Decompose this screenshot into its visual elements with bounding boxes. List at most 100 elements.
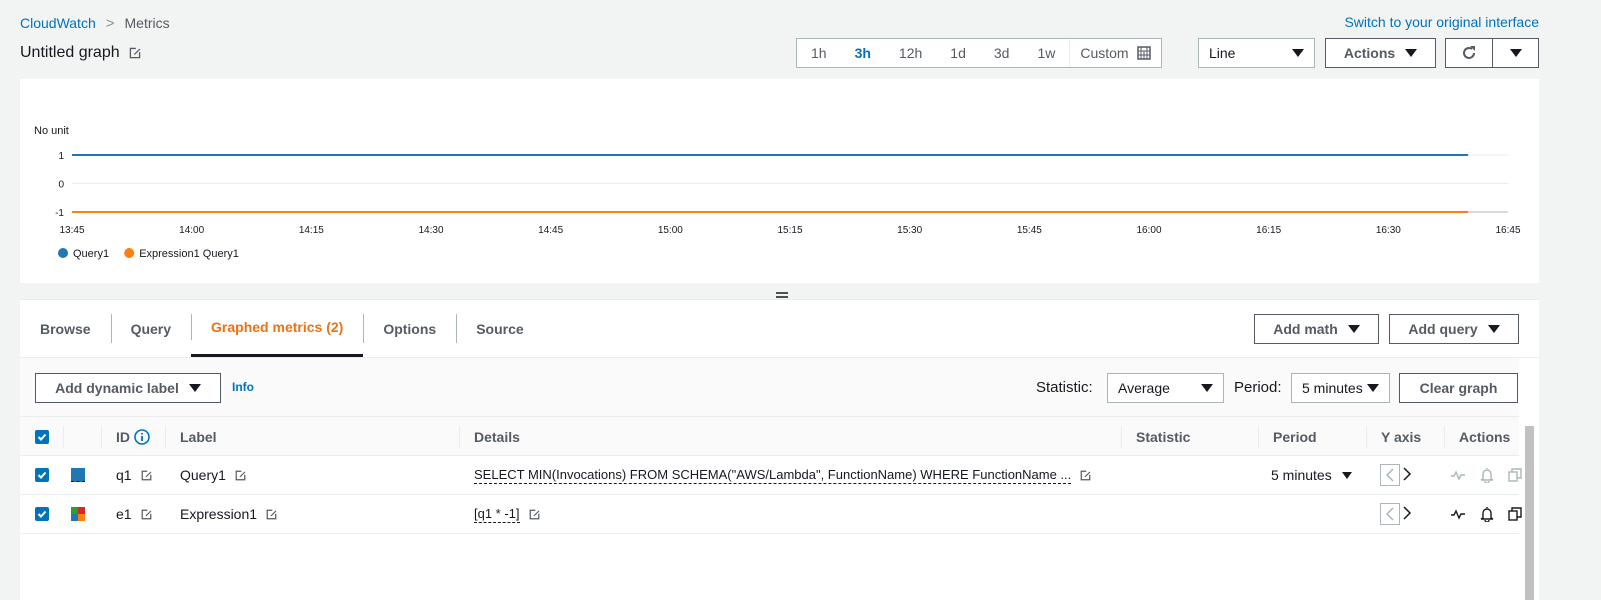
checkbox-checked-icon xyxy=(35,468,49,482)
alarm-bell-icon[interactable] xyxy=(1480,467,1494,483)
add-dynamic-label-button[interactable]: Add dynamic label xyxy=(35,373,221,403)
column-divider xyxy=(1258,426,1259,448)
tab-browse[interactable]: Browse xyxy=(20,300,111,357)
x-tick-label: 14:00 xyxy=(179,225,204,236)
metrics-tabs-panel: Browse Query Graphed metrics (2) Options… xyxy=(20,299,1539,600)
chart-type-select[interactable]: Line xyxy=(1198,38,1315,68)
yaxis-right-button[interactable] xyxy=(1402,505,1412,523)
range-1d-button[interactable]: 1d xyxy=(936,39,980,67)
details-cell: SELECT MIN(Invocations) FROM SCHEMA("AWS… xyxy=(474,456,1092,494)
add-query-button[interactable]: Add query xyxy=(1389,314,1519,344)
x-tick-label: 16:45 xyxy=(1495,225,1520,236)
checkbox-checked-icon xyxy=(35,429,49,444)
tab-list: Browse Query Graphed metrics (2) Options… xyxy=(20,300,544,357)
edit-title-icon[interactable] xyxy=(128,46,142,60)
tab-query[interactable]: Query xyxy=(110,300,191,357)
id-cell: q1 xyxy=(116,456,153,494)
legend-label: Query1 xyxy=(73,248,109,260)
metric-details[interactable]: [q1 * -1] xyxy=(474,506,520,523)
breadcrumb-current: Metrics xyxy=(124,15,170,31)
tab-source[interactable]: Source xyxy=(456,300,543,357)
switch-interface-link[interactable]: Switch to your original interface xyxy=(1344,14,1539,30)
chevron-down-icon xyxy=(1201,384,1213,392)
range-3d-button[interactable]: 3d xyxy=(980,39,1024,67)
table-row: q1 Query1 SELECT MIN(Invocations) FROM S… xyxy=(20,456,1522,495)
column-divider xyxy=(1121,426,1122,448)
range-1h-button[interactable]: 1h xyxy=(797,39,841,67)
statistic-select[interactable]: Average xyxy=(1107,373,1224,403)
chevron-left-icon xyxy=(1385,507,1394,521)
period-label: Period: xyxy=(1234,379,1282,396)
y-tick-label: -1 xyxy=(55,208,64,219)
resize-handle-icon[interactable] xyxy=(775,287,789,298)
range-1w-button[interactable]: 1w xyxy=(1023,39,1069,67)
row-checkbox[interactable] xyxy=(35,456,49,494)
yaxis-left-button[interactable] xyxy=(1380,503,1400,525)
statistic-column-header: Statistic xyxy=(1136,428,1191,445)
calendar-icon xyxy=(1136,46,1151,60)
time-range-selector: 1h 3h 12h 1d 3d 1w Custom xyxy=(796,38,1162,68)
actions-cell xyxy=(1450,456,1522,494)
metric-label: Query1 xyxy=(180,467,226,483)
table-header: ID Label Details Statistic Period Y axis… xyxy=(20,416,1519,456)
chevron-right-icon xyxy=(1403,466,1412,481)
series-color-swatch[interactable] xyxy=(71,456,85,494)
edit-icon[interactable] xyxy=(1079,469,1092,482)
chevron-left-icon xyxy=(1385,468,1394,482)
yaxis-left-button[interactable] xyxy=(1380,464,1400,486)
legend-label: Expression1 Query1 xyxy=(139,248,239,260)
x-tick-label: 14:45 xyxy=(538,225,563,236)
breadcrumb-cloudwatch-link[interactable]: CloudWatch xyxy=(20,15,96,31)
period-value: 5 minutes xyxy=(1271,467,1332,483)
alarm-bell-icon[interactable] xyxy=(1480,506,1494,522)
pulse-icon[interactable] xyxy=(1450,507,1466,521)
column-divider xyxy=(101,426,102,448)
edit-icon[interactable] xyxy=(528,508,541,521)
edit-icon[interactable] xyxy=(140,469,153,482)
table-row: e1 Expression1 [q1 * -1] xyxy=(20,495,1522,534)
info-icon[interactable] xyxy=(134,428,150,445)
dynamic-label-text: Add dynamic label xyxy=(55,380,179,396)
range-3h-button[interactable]: 3h xyxy=(841,39,885,67)
duplicate-icon[interactable] xyxy=(1508,507,1522,521)
page-title: Untitled graph xyxy=(20,44,120,61)
yaxis-cell xyxy=(1380,495,1412,533)
row-checkbox[interactable] xyxy=(35,495,49,533)
info-link[interactable]: Info xyxy=(232,380,254,394)
edit-icon[interactable] xyxy=(265,508,278,521)
actions-button[interactable]: Actions xyxy=(1325,38,1436,68)
id-column-header: ID xyxy=(116,417,150,456)
metric-details[interactable]: SELECT MIN(Invocations) FROM SCHEMA("AWS… xyxy=(474,467,1072,484)
table-scrollbar[interactable] xyxy=(1525,426,1534,600)
period-cell[interactable]: 5 minutes xyxy=(1271,456,1352,494)
select-all-checkbox[interactable] xyxy=(35,417,49,456)
edit-icon[interactable] xyxy=(234,469,247,482)
pulse-icon[interactable] xyxy=(1450,468,1466,482)
clear-graph-button[interactable]: Clear graph xyxy=(1399,373,1518,403)
duplicate-icon[interactable] xyxy=(1508,468,1522,482)
id-header-text: ID xyxy=(116,428,130,445)
x-tick-label: 16:15 xyxy=(1256,225,1281,236)
add-math-label: Add math xyxy=(1273,321,1338,337)
graph-title-row: Untitled graph xyxy=(20,44,142,62)
actions-label: Actions xyxy=(1343,45,1396,61)
metric-id: q1 xyxy=(116,467,132,483)
series-color-swatch[interactable] xyxy=(71,495,85,533)
edit-icon[interactable] xyxy=(140,508,153,521)
x-tick-label: 13:45 xyxy=(59,225,84,236)
range-custom-button[interactable]: Custom xyxy=(1069,39,1160,67)
chevron-down-icon xyxy=(1292,49,1304,57)
actions-column-header: Actions xyxy=(1459,428,1511,445)
add-math-button[interactable]: Add math xyxy=(1254,314,1379,344)
checkbox-checked-icon xyxy=(35,507,49,521)
column-divider xyxy=(1444,426,1445,448)
x-tick-label: 15:30 xyxy=(897,225,922,236)
yaxis-right-button[interactable] xyxy=(1402,466,1412,484)
range-12h-button[interactable]: 12h xyxy=(885,39,936,67)
refresh-button[interactable] xyxy=(1445,38,1493,68)
legend-swatch xyxy=(124,248,135,258)
refresh-options-button[interactable] xyxy=(1492,38,1539,68)
period-select[interactable]: 5 minutes xyxy=(1291,373,1390,403)
tab-graphed-metrics[interactable]: Graphed metrics (2) xyxy=(191,300,364,357)
tab-options[interactable]: Options xyxy=(363,300,456,357)
